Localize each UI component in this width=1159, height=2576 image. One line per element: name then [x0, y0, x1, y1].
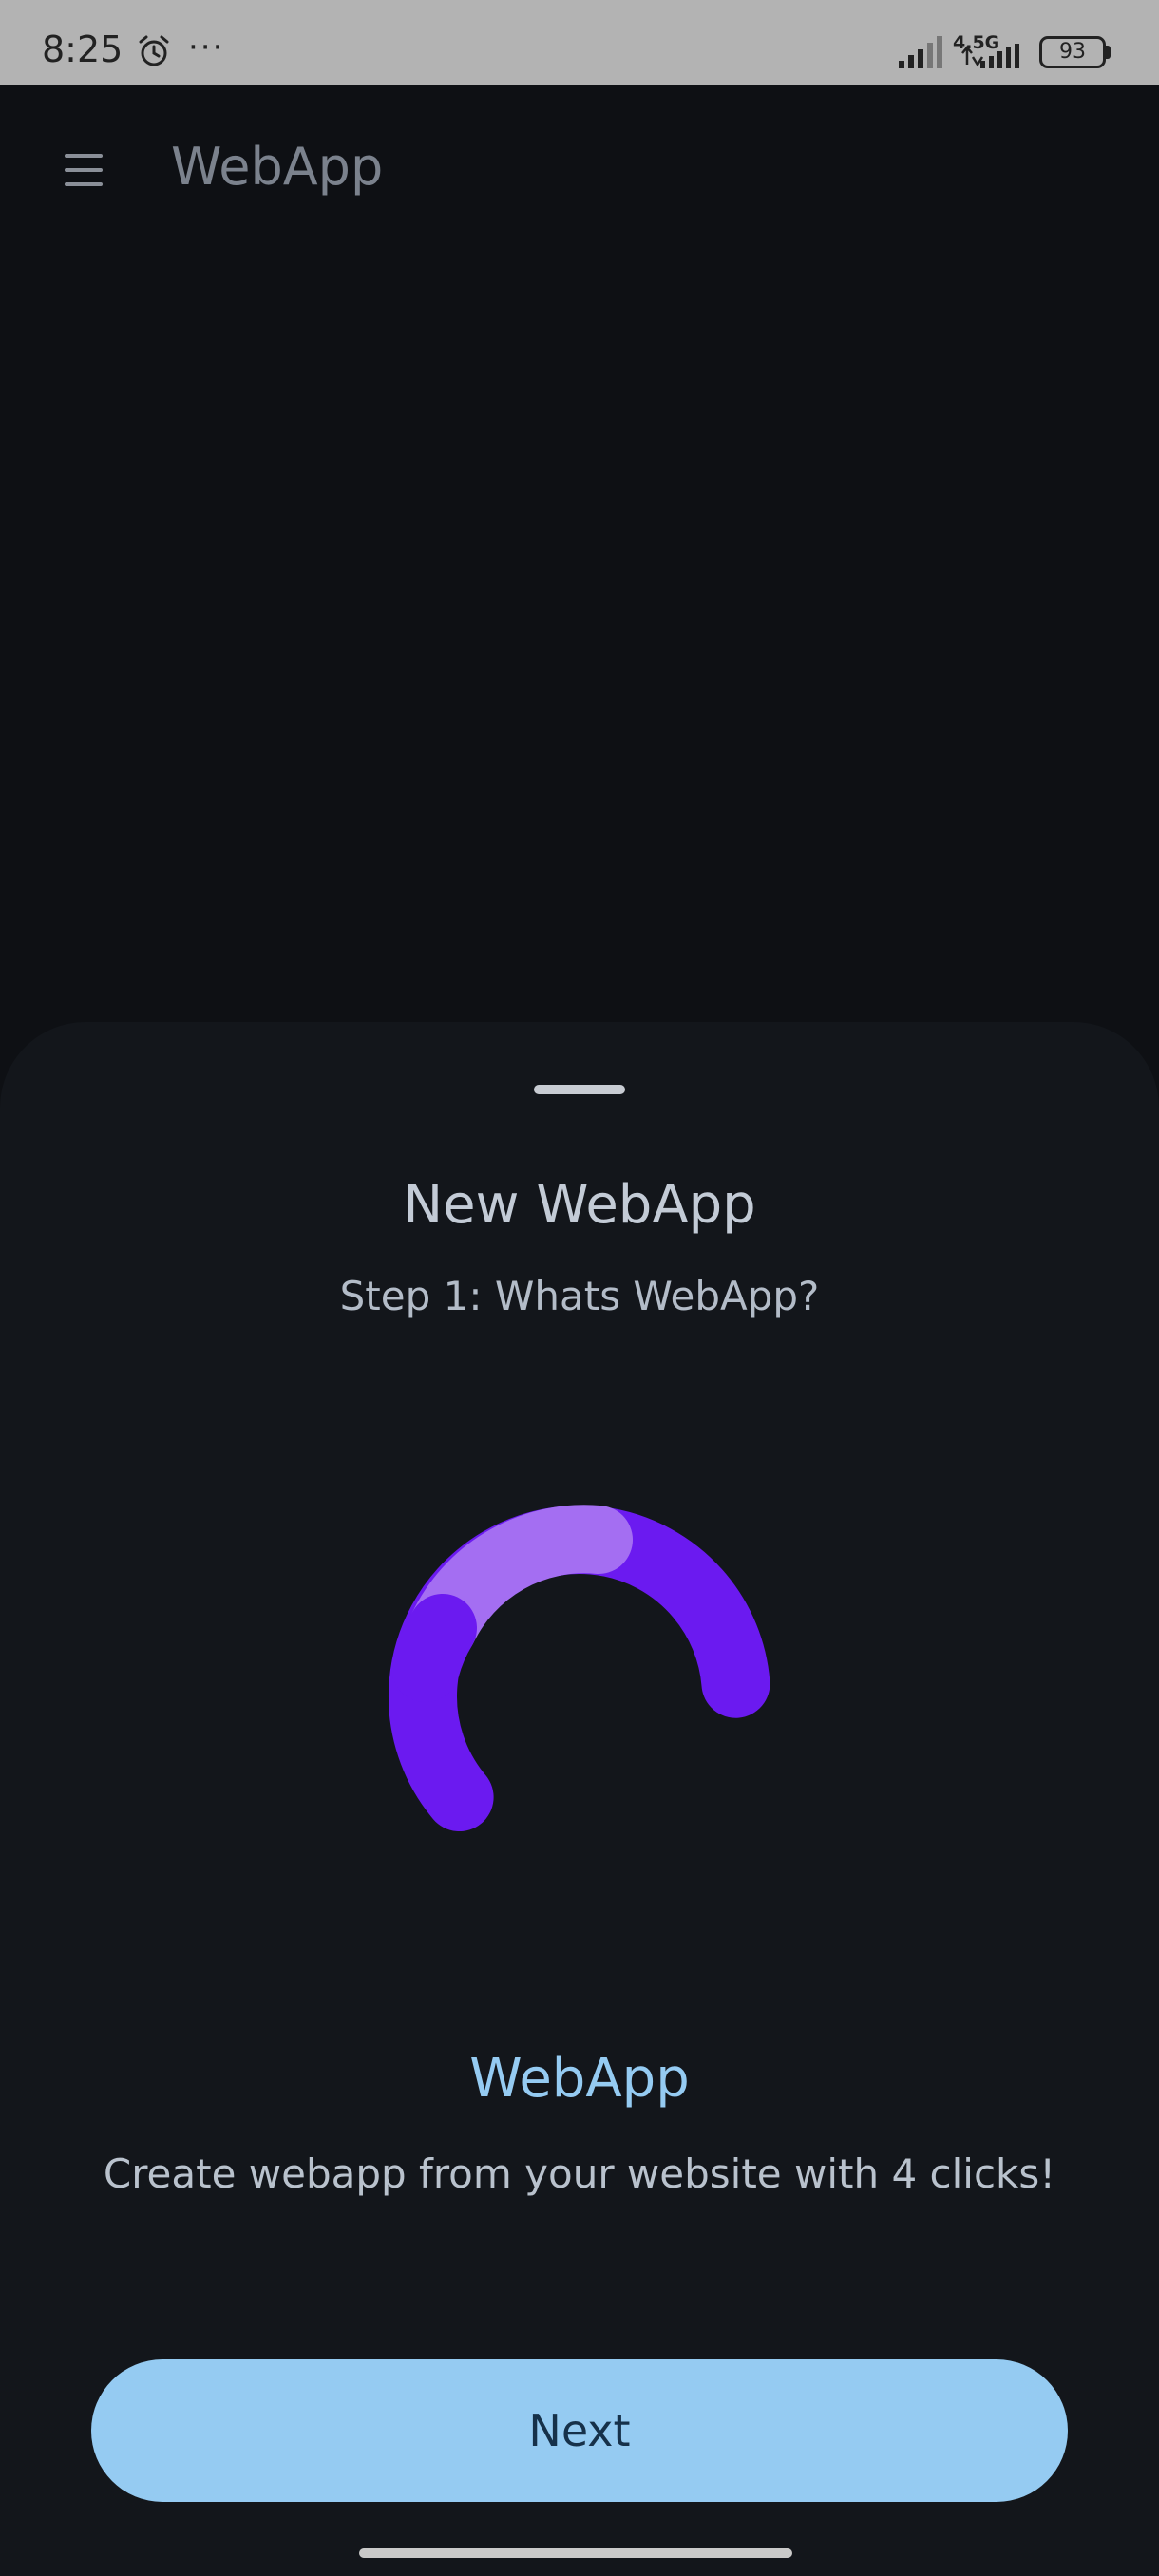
status-time: 8:25 [42, 28, 124, 70]
signal-icon-2 [961, 44, 1019, 68]
brand-name: WebApp [469, 2048, 690, 2110]
more-dots-icon: ··· [188, 28, 225, 66]
home-indicator[interactable] [359, 2548, 792, 2558]
battery-icon: 93 [1039, 36, 1106, 68]
webapp-logo-icon [389, 1505, 770, 1887]
bottom-sheet: New WebApp Step 1: Whats WebApp? WebApp … [0, 1022, 1159, 2576]
signal-icon [899, 36, 942, 68]
alarm-icon [139, 35, 169, 66]
app-bar: WebApp [0, 85, 1159, 256]
hamburger-icon[interactable] [65, 154, 106, 186]
battery-tip [1106, 46, 1111, 59]
app-title: WebApp [171, 137, 384, 197]
sheet-subtitle: Step 1: Whats WebApp? [339, 1273, 820, 1319]
next-button[interactable]: Next [91, 2359, 1068, 2502]
tagline: Create webapp from your website with 4 c… [103, 2150, 1056, 2197]
sheet-title: New WebApp [403, 1174, 756, 1236]
drag-handle[interactable] [534, 1085, 625, 1094]
status-bar: 8:25 ··· 4.5G 93 [0, 0, 1159, 85]
